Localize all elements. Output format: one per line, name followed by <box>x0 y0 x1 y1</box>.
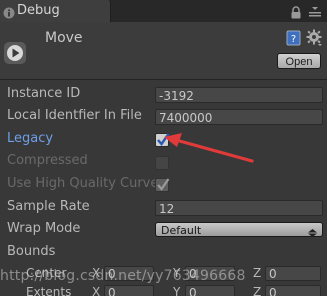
local-identifier-label: Local Identfier In File <box>7 108 142 123</box>
inspector-window: { "tab": { "label": "Debug" }, "header":… <box>0 0 327 296</box>
extents-x-axis-label: X <box>92 285 101 296</box>
header-divider <box>0 79 327 80</box>
lock-icon[interactable] <box>290 4 302 23</box>
sample-rate-field[interactable]: 12 <box>155 200 323 216</box>
extents-z-field[interactable]: 0 <box>265 285 321 296</box>
info-icon <box>3 4 15 23</box>
open-button[interactable]: Open <box>277 53 321 69</box>
extents-x-field[interactable]: 0 <box>104 285 154 296</box>
instance-id-field[interactable]: -3192 <box>155 87 323 103</box>
extents-y-axis-label: Y <box>173 285 181 296</box>
instance-id-label: Instance ID <box>7 86 81 101</box>
wrap-mode-value: Default <box>161 224 202 237</box>
watermark-text: http://blog.csdn.net/yy763496668 <box>0 268 246 284</box>
wrap-mode-dropdown[interactable]: Default <box>155 222 323 237</box>
extents-label: Extents <box>26 285 72 296</box>
high-quality-curve-checkbox <box>155 178 170 192</box>
local-identifier-field[interactable]: 7400000 <box>155 109 323 125</box>
bounds-label: Bounds <box>7 244 56 259</box>
high-quality-curve-label: Use High Quality Curve <box>7 176 155 191</box>
extents-y-field[interactable]: 0 <box>185 285 235 296</box>
gear-icon[interactable] <box>306 29 323 50</box>
compressed-label: Compressed <box>7 153 88 168</box>
annotation-arrow <box>164 133 254 163</box>
asset-title: Move <box>45 30 83 46</box>
animation-clip-icon <box>4 42 26 64</box>
extents-z-axis-label: Z <box>253 285 262 296</box>
tab-debug[interactable]: Debug <box>0 0 111 22</box>
sample-rate-label: Sample Rate <box>7 199 90 214</box>
menu-icon[interactable] <box>308 4 322 23</box>
legacy-label: Legacy <box>7 131 54 146</box>
chevron-down-icon <box>308 226 317 241</box>
tab-label: Debug <box>17 3 60 18</box>
svg-text:?: ? <box>291 34 296 45</box>
wrap-mode-label: Wrap Mode <box>7 221 81 236</box>
help-book-icon[interactable]: ? <box>286 30 301 50</box>
tab-bar: Debug <box>0 0 327 22</box>
